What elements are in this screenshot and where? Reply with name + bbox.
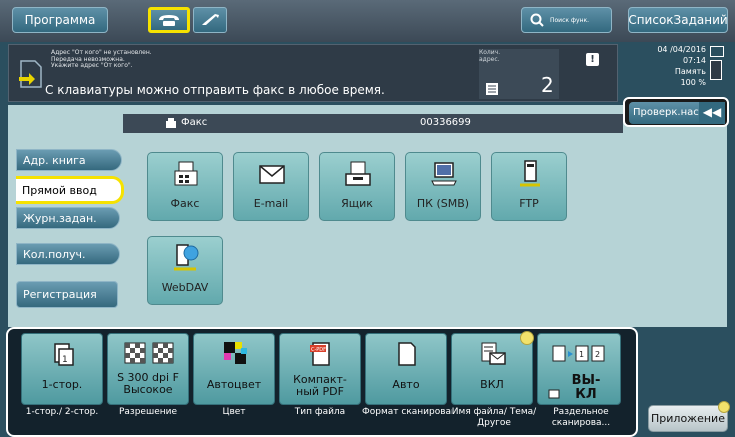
on-hook-button[interactable] <box>193 7 227 33</box>
page-size-icon <box>393 340 421 368</box>
setting-resolution[interactable]: S 300 dpi F Высокое <box>107 333 189 405</box>
svg-text:2: 2 <box>595 350 600 359</box>
label-file-type: Тип файла <box>294 407 346 417</box>
svg-text:1: 1 <box>579 350 584 359</box>
setting-value: Автоцвет <box>206 378 262 391</box>
check-settings-button[interactable]: Проверк.настр. ◀◀ <box>623 97 729 127</box>
setting-value: S 300 dpi F Высокое <box>117 371 179 396</box>
fax-icon <box>171 159 201 189</box>
page-simplex-icon: 1 <box>49 340 77 368</box>
setting-separate-scan[interactable]: 12 ВЫ- КЛ <box>537 333 621 405</box>
destination-number: 00336699 <box>420 117 471 128</box>
telephone-icon <box>157 13 181 27</box>
pdf-file-icon: C-PDF <box>307 340 335 368</box>
tile-pc-smb[interactable]: ПК (SMB) <box>405 152 481 221</box>
tab-job-history[interactable]: Журн.задан. <box>16 207 120 229</box>
tile-label: ПК (SMB) <box>416 197 470 210</box>
label-separate-scan: Раздельное сканирова... <box>551 407 611 428</box>
tab-recipient-count[interactable]: Кол.получ. <box>16 243 120 265</box>
ftp-icon <box>515 159 545 189</box>
top-bar <box>0 0 735 42</box>
small-page-icon <box>548 389 560 399</box>
tile-label: FTP <box>519 197 539 210</box>
setting-color[interactable]: Автоцвет <box>193 333 275 405</box>
changed-indicator <box>520 331 534 345</box>
screen: Программа Поиск функ. СписокЗаданий Адре… <box>0 0 735 437</box>
registration-button[interactable]: Регистрация <box>16 281 118 308</box>
fax-mode-button[interactable] <box>148 7 190 33</box>
app-indicator <box>718 401 730 413</box>
box-icon <box>343 159 373 189</box>
warning-message: Адрес "От кого" не установлен. Передача … <box>51 49 152 69</box>
tile-webdav[interactable]: WebDAV <box>147 236 223 305</box>
program-button[interactable]: Программа <box>12 7 108 33</box>
label-file-name: Имя файла/ Тема/Другое <box>451 407 537 428</box>
fax-document-icon <box>17 59 45 89</box>
label-color: Цвет <box>222 407 246 417</box>
status-info: 04 /04/2016 07:14 Память 100 % <box>624 44 706 88</box>
memory-label: Память <box>674 67 706 76</box>
setting-value: Компакт- ный PDF <box>293 373 347 398</box>
svg-text:C-PDF: C-PDF <box>311 347 326 353</box>
address-count-label: Колич. адрес. <box>479 49 501 63</box>
info-message: С клавиатуры можно отправить факс в любо… <box>45 83 385 97</box>
date-text: 04 /04/2016 <box>657 45 706 54</box>
message-panel: Адрес "От кого" не установлен. Передача … <box>8 44 618 102</box>
label-resolution: Разрешение <box>118 407 178 417</box>
handset-icon <box>200 13 220 27</box>
tab-direct-input[interactable]: Прямой ввод <box>16 176 124 204</box>
computer-icon <box>429 159 459 189</box>
webdav-icon <box>171 243 201 273</box>
envelope-icon <box>257 159 287 189</box>
label-simplex-duplex: 1-стор./ 2-стор. <box>25 407 99 417</box>
setting-value: ВКЛ <box>480 378 504 391</box>
list-icon <box>485 82 499 96</box>
tile-label: Факс <box>170 197 200 210</box>
tab-address-book[interactable]: Адр. книга <box>16 149 122 171</box>
job-list-button[interactable]: СписокЗаданий <box>628 7 728 33</box>
setting-value: ВЫ- КЛ <box>571 373 601 402</box>
memory-value: 100 % <box>680 78 706 87</box>
document-mail-icon <box>479 340 507 368</box>
setting-file-name[interactable]: ВКЛ <box>451 333 533 405</box>
resolution-icon <box>122 340 178 368</box>
tile-email[interactable]: E-mail <box>233 152 309 221</box>
tile-fax[interactable]: Факс <box>147 152 223 221</box>
application-button[interactable]: Приложение <box>648 405 728 432</box>
tile-label: E-mail <box>253 197 289 210</box>
label-scan-size: Формат сканировани <box>362 407 452 417</box>
search-icon <box>530 13 544 27</box>
setting-value: Авто <box>392 378 420 391</box>
color-squares-icon <box>221 340 249 368</box>
search-label: Поиск функ. <box>550 16 590 24</box>
address-count-value: 2 <box>541 73 554 97</box>
tile-label: Ящик <box>341 197 373 210</box>
destination-type: Факс <box>181 117 208 128</box>
search-function-button[interactable]: Поиск функ. <box>521 7 612 33</box>
memory-gauge <box>710 60 722 80</box>
destination-bar: Факс 00336699 <box>123 114 623 133</box>
setting-value: 1-стор. <box>41 378 83 391</box>
tile-ftp[interactable]: FTP <box>491 152 567 221</box>
separate-scan-icon: 12 <box>550 340 610 368</box>
warning-icon: ! <box>586 53 599 66</box>
tile-box[interactable]: Ящик <box>319 152 395 221</box>
tile-label: WebDAV <box>161 281 209 294</box>
svg-text:1: 1 <box>62 355 68 365</box>
collapse-arrow-icon: ◀◀ <box>699 102 725 124</box>
setting-scan-size[interactable]: Авто <box>365 333 447 405</box>
setting-simplex-duplex[interactable]: 1 1-стор. <box>21 333 103 405</box>
setting-file-type[interactable]: C-PDF Компакт- ный PDF <box>279 333 361 405</box>
toner-icon <box>710 46 724 57</box>
time-text: 07:14 <box>682 56 706 65</box>
fax-small-icon <box>165 118 177 129</box>
